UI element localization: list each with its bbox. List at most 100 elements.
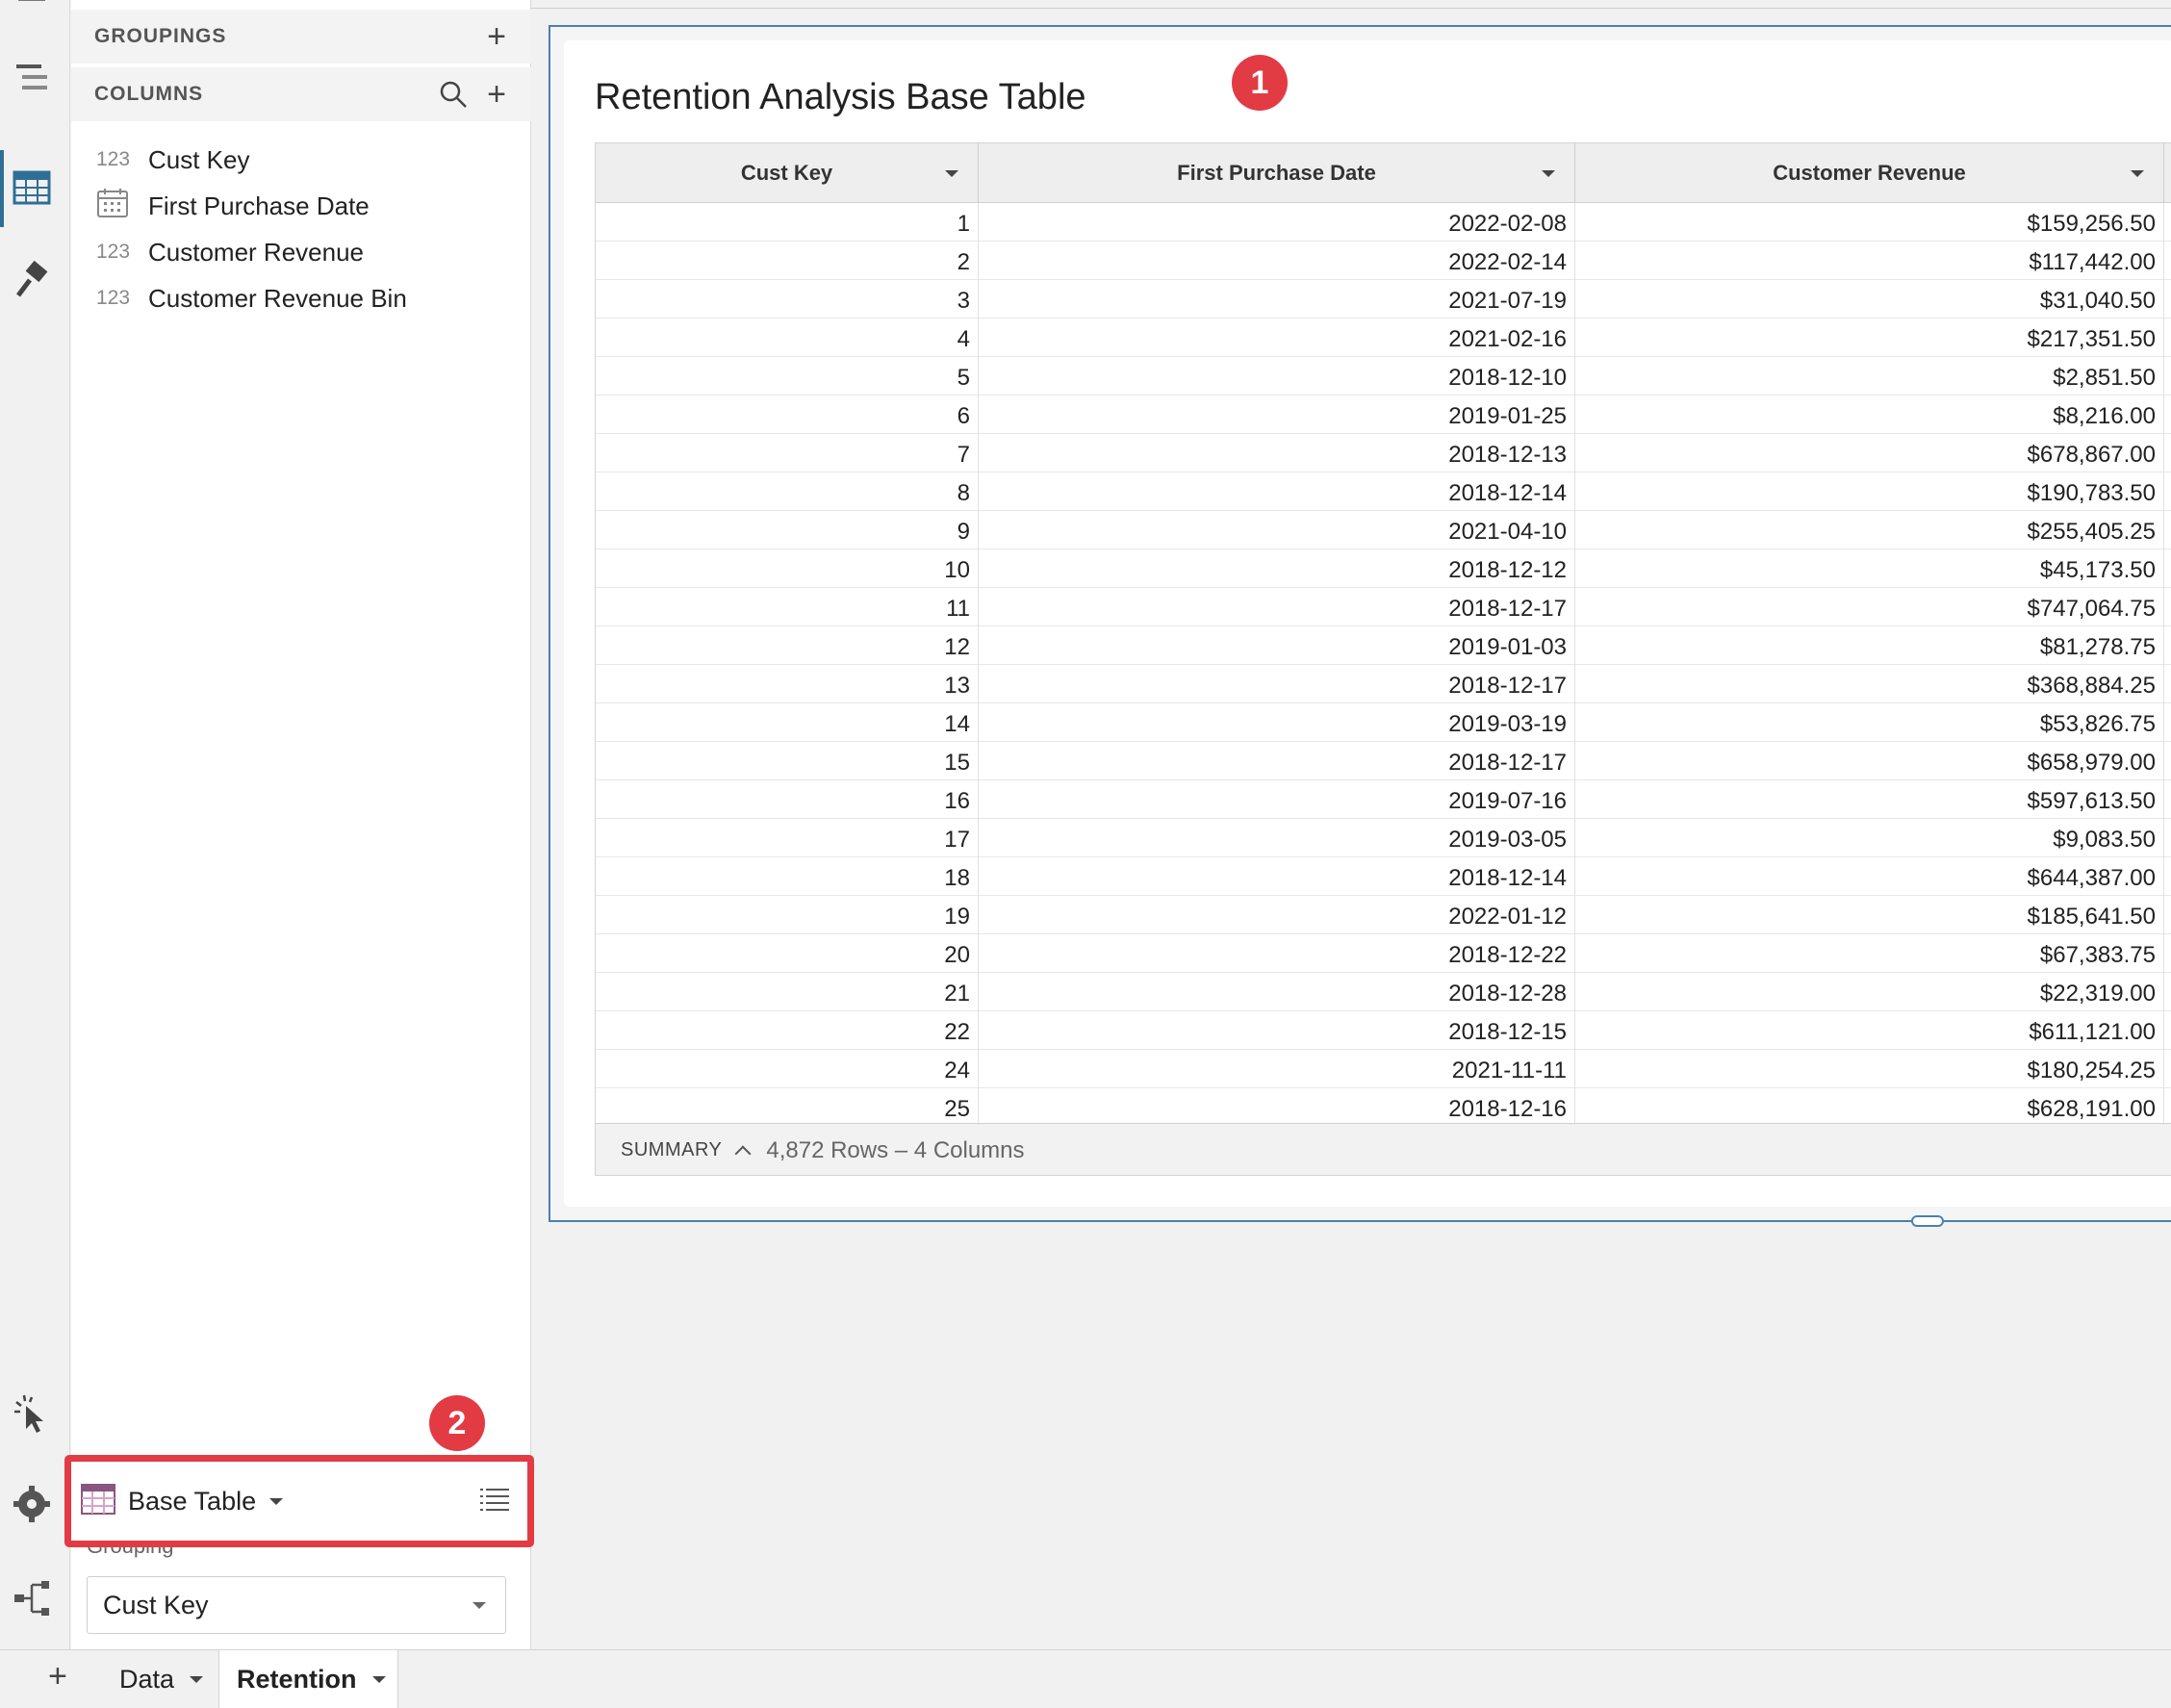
table-row[interactable]: 18 2018-12-14 $644,387.00: [596, 857, 2171, 896]
table-cell[interactable]: 2018-12-17: [979, 588, 1575, 626]
table-cell[interactable]: $53,826.75: [1575, 703, 2164, 742]
cursor-actions-icon[interactable]: [8, 1389, 56, 1438]
table-cell[interactable]: 25: [596, 1088, 979, 1127]
table-cell[interactable]: 2021-11-11: [979, 1050, 1575, 1088]
table-row[interactable]: 24 2021-11-11 $180,254.25: [596, 1050, 2171, 1088]
table-cell[interactable]: 2021-07-19: [979, 280, 1575, 319]
table-cell[interactable]: 2018-12-17: [979, 742, 1575, 780]
search-columns-icon[interactable]: [439, 80, 468, 109]
table-cell[interactable]: $644,387.00: [1575, 857, 2164, 896]
table-cell[interactable]: $8,216.00: [1575, 395, 2164, 434]
table-cell[interactable]: $22,319.00: [1575, 973, 2164, 1011]
table-cell[interactable]: $678,867.00: [1575, 434, 2164, 472]
table-cell[interactable]: 2018-12-10: [979, 357, 1575, 395]
column-item-first-purchase-date[interactable]: First Purchase Date: [96, 187, 370, 225]
add-grouping-plus-icon[interactable]: +: [487, 20, 506, 53]
table-cell[interactable]: $628,191.00: [1575, 1088, 2164, 1127]
table-cell[interactable]: 13: [596, 665, 979, 703]
table-cell[interactable]: 2018-12-14: [979, 472, 1575, 511]
table-cell[interactable]: $597,613.50: [1575, 780, 2164, 819]
chevron-down-icon[interactable]: [371, 1675, 386, 1683]
table-cell[interactable]: $611,121.00: [1575, 1011, 2164, 1050]
table-row[interactable]: 8 2018-12-14 $190,783.50: [596, 472, 2171, 511]
table-cell[interactable]: 8: [596, 472, 979, 511]
chevron-down-icon[interactable]: [1542, 170, 1555, 177]
table-row[interactable]: 25 2018-12-16 $628,191.00: [596, 1088, 2171, 1127]
column-header-customer-revenue[interactable]: Customer Revenue: [1575, 143, 2164, 203]
column-item-cust-key[interactable]: 123 Cust Key: [96, 140, 250, 179]
table-cell[interactable]: 2019-07-16: [979, 780, 1575, 819]
element-name-dropdown[interactable]: Base Table: [128, 1487, 256, 1517]
list-view-icon[interactable]: [480, 1487, 509, 1517]
grouping-select[interactable]: Cust Key: [87, 1576, 506, 1634]
table-row[interactable]: 17 2019-03-05 $9,083.50: [596, 819, 2171, 857]
table-cell[interactable]: 2021-02-16: [979, 319, 1575, 357]
table-properties-icon[interactable]: [8, 164, 56, 212]
table-cell[interactable]: 14: [596, 703, 979, 742]
table-cell[interactable]: $185,641.50: [1575, 896, 2164, 934]
table-cell[interactable]: 16: [596, 780, 979, 819]
table-cell[interactable]: $190,783.50: [1575, 472, 2164, 511]
table-cell[interactable]: 18: [596, 857, 979, 896]
table-cell[interactable]: $159,256.50: [1575, 203, 2164, 242]
tab-retention[interactable]: Retention: [219, 1650, 398, 1708]
table-cell[interactable]: 17: [596, 819, 979, 857]
table-cell[interactable]: 2: [596, 242, 979, 280]
table-cell[interactable]: $31,040.50: [1575, 280, 2164, 319]
table-cell[interactable]: 24: [596, 1050, 979, 1088]
add-column-plus-icon[interactable]: +: [487, 78, 506, 111]
format-brush-icon[interactable]: [8, 258, 56, 306]
table-cell[interactable]: $117,442.00: [1575, 242, 2164, 280]
column-item-customer-revenue[interactable]: 123 Customer Revenue: [96, 233, 364, 271]
table-cell[interactable]: 2021-04-10: [979, 511, 1575, 549]
table-cell[interactable]: 2018-12-16: [979, 1088, 1575, 1127]
table-cell[interactable]: 2019-03-19: [979, 703, 1575, 742]
table-cell[interactable]: $67,383.75: [1575, 934, 2164, 973]
table-cell[interactable]: 19: [596, 896, 979, 934]
table-cell[interactable]: $9,083.50: [1575, 819, 2164, 857]
column-header-first-purchase-date[interactable]: First Purchase Date: [979, 143, 1575, 203]
table-row[interactable]: 13 2018-12-17 $368,884.25: [596, 665, 2171, 703]
table-cell[interactable]: $368,884.25: [1575, 665, 2164, 703]
table-cell[interactable]: $81,278.75: [1575, 626, 2164, 665]
table-row[interactable]: 1 2022-02-08 $159,256.50: [596, 203, 2171, 242]
table-row[interactable]: 16 2019-07-16 $597,613.50: [596, 780, 2171, 819]
table-row[interactable]: 22 2018-12-15 $611,121.00: [596, 1011, 2171, 1050]
table-cell[interactable]: 2018-12-15: [979, 1011, 1575, 1050]
chevron-up-icon[interactable]: [734, 1145, 752, 1161]
table-cell[interactable]: 2022-02-08: [979, 203, 1575, 242]
add-page-plus-icon[interactable]: +: [48, 1658, 67, 1695]
table-row[interactable]: 11 2018-12-17 $747,064.75: [596, 588, 2171, 626]
table-cell[interactable]: 4: [596, 319, 979, 357]
table-cell[interactable]: 2018-12-28: [979, 973, 1575, 1011]
table-cell[interactable]: 12: [596, 626, 979, 665]
chevron-down-icon[interactable]: [945, 170, 958, 177]
table-cell[interactable]: $45,173.50: [1575, 549, 2164, 588]
table-cell[interactable]: 2019-03-05: [979, 819, 1575, 857]
column-header-cust-key[interactable]: Cust Key: [596, 143, 979, 203]
table-cell[interactable]: 6: [596, 395, 979, 434]
chevron-down-icon[interactable]: [269, 1497, 284, 1505]
table-cell[interactable]: 5: [596, 357, 979, 395]
table-cell[interactable]: 3: [596, 280, 979, 319]
table-row[interactable]: 3 2021-07-19 $31,040.50: [596, 280, 2171, 319]
table-cell[interactable]: 7: [596, 434, 979, 472]
table-row[interactable]: 20 2018-12-22 $67,383.75: [596, 934, 2171, 973]
table-cell[interactable]: 2019-01-25: [979, 395, 1575, 434]
settings-gear-icon[interactable]: [8, 1480, 56, 1528]
table-cell[interactable]: $255,405.25: [1575, 511, 2164, 549]
table-row[interactable]: 6 2019-01-25 $8,216.00: [596, 395, 2171, 434]
table-cell[interactable]: 20: [596, 934, 979, 973]
table-cell[interactable]: 9: [596, 511, 979, 549]
table-cell[interactable]: $658,979.00: [1575, 742, 2164, 780]
table-row[interactable]: 7 2018-12-13 $678,867.00: [596, 434, 2171, 472]
table-cell[interactable]: 2022-01-12: [979, 896, 1575, 934]
table-cell[interactable]: 2018-12-22: [979, 934, 1575, 973]
table-cell[interactable]: 1: [596, 203, 979, 242]
table-row[interactable]: 12 2019-01-03 $81,278.75: [596, 626, 2171, 665]
table-cell[interactable]: 2019-01-03: [979, 626, 1575, 665]
table-cell[interactable]: 2018-12-17: [979, 665, 1575, 703]
menu-icon[interactable]: [8, 0, 56, 27]
column-item-customer-revenue-bin[interactable]: 123 Customer Revenue Bin: [96, 279, 407, 318]
table-row[interactable]: 14 2019-03-19 $53,826.75: [596, 703, 2171, 742]
